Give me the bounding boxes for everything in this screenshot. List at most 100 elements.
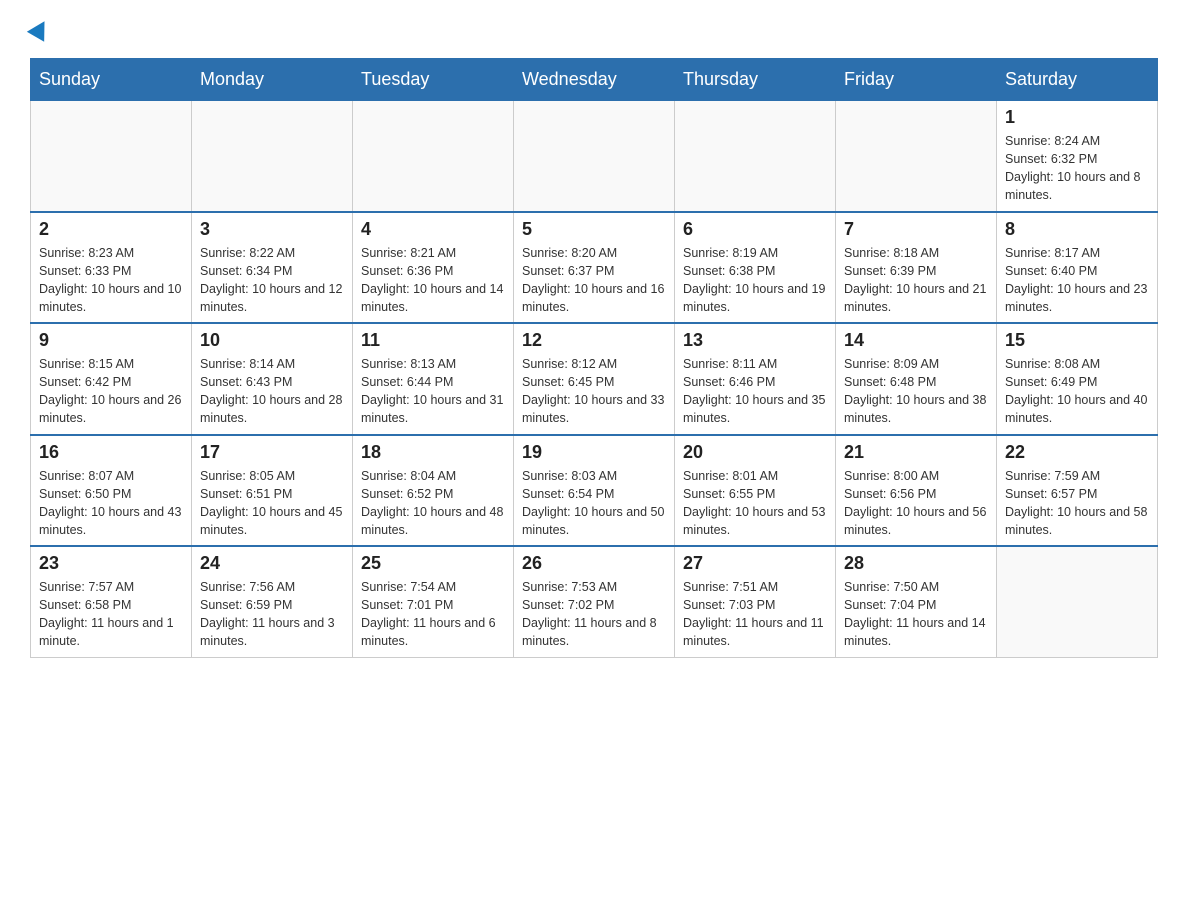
logo-blue-text: [30, 20, 53, 38]
calendar-week-row: 16 Sunrise: 8:07 AMSunset: 6:50 PMDayligh…: [31, 435, 1158, 547]
day-info: Sunrise: 8:11 AMSunset: 6:46 PMDaylight:…: [683, 355, 827, 428]
day-number: 13: [683, 330, 827, 351]
calendar-day-cell: 19 Sunrise: 8:03 AMSunset: 6:54 PMDayligh…: [514, 435, 675, 547]
day-number: 25: [361, 553, 505, 574]
day-number: 23: [39, 553, 183, 574]
day-info: Sunrise: 8:04 AMSunset: 6:52 PMDaylight:…: [361, 467, 505, 540]
day-number: 4: [361, 219, 505, 240]
calendar-day-header: Wednesday: [514, 59, 675, 101]
calendar-day-cell: 20 Sunrise: 8:01 AMSunset: 6:55 PMDayligh…: [675, 435, 836, 547]
calendar-day-cell: 12Sunrise: 8:12 AMSunset: 6:45 PMDayligh…: [514, 323, 675, 435]
day-info: Sunrise: 7:57 AMSunset: 6:58 PMDaylight:…: [39, 578, 183, 651]
calendar-day-cell: 1 Sunrise: 8:24 AMSunset: 6:32 PMDaylight…: [997, 101, 1158, 212]
day-info: Sunrise: 8:15 AMSunset: 6:42 PMDaylight:…: [39, 355, 183, 428]
day-info: Sunrise: 8:24 AMSunset: 6:32 PMDaylight:…: [1005, 132, 1149, 205]
calendar-day-cell: 8 Sunrise: 8:17 AMSunset: 6:40 PMDaylight…: [997, 212, 1158, 324]
calendar-week-row: 23 Sunrise: 7:57 AMSunset: 6:58 PMDayligh…: [31, 546, 1158, 657]
day-info: Sunrise: 8:05 AMSunset: 6:51 PMDaylight:…: [200, 467, 344, 540]
day-info: Sunrise: 8:17 AMSunset: 6:40 PMDaylight:…: [1005, 244, 1149, 317]
calendar-week-row: 1 Sunrise: 8:24 AMSunset: 6:32 PMDaylight…: [31, 101, 1158, 212]
calendar-day-cell: 3 Sunrise: 8:22 AMSunset: 6:34 PMDaylight…: [192, 212, 353, 324]
calendar-day-cell: 27 Sunrise: 7:51 AMSunset: 7:03 PMDayligh…: [675, 546, 836, 657]
calendar-day-cell: 7 Sunrise: 8:18 AMSunset: 6:39 PMDaylight…: [836, 212, 997, 324]
day-number: 6: [683, 219, 827, 240]
day-number: 21: [844, 442, 988, 463]
day-number: 11: [361, 330, 505, 351]
day-number: 19: [522, 442, 666, 463]
calendar-day-header: Friday: [836, 59, 997, 101]
day-info: Sunrise: 8:01 AMSunset: 6:55 PMDaylight:…: [683, 467, 827, 540]
calendar-day-cell: 9 Sunrise: 8:15 AMSunset: 6:42 PMDaylight…: [31, 323, 192, 435]
calendar-day-cell: 28 Sunrise: 7:50 AMSunset: 7:04 PMDayligh…: [836, 546, 997, 657]
calendar-day-cell: 18 Sunrise: 8:04 AMSunset: 6:52 PMDayligh…: [353, 435, 514, 547]
day-info: Sunrise: 8:03 AMSunset: 6:54 PMDaylight:…: [522, 467, 666, 540]
day-number: 18: [361, 442, 505, 463]
day-number: 1: [1005, 107, 1149, 128]
calendar-day-header: Tuesday: [353, 59, 514, 101]
day-number: 22: [1005, 442, 1149, 463]
calendar-day-cell: 5 Sunrise: 8:20 AMSunset: 6:37 PMDaylight…: [514, 212, 675, 324]
calendar-day-cell: [836, 101, 997, 212]
day-number: 27: [683, 553, 827, 574]
day-number: 12: [522, 330, 666, 351]
day-info: Sunrise: 8:08 AMSunset: 6:49 PMDaylight:…: [1005, 355, 1149, 428]
day-info: Sunrise: 8:07 AMSunset: 6:50 PMDaylight:…: [39, 467, 183, 540]
calendar-day-cell: 22 Sunrise: 7:59 AMSunset: 6:57 PMDayligh…: [997, 435, 1158, 547]
day-info: Sunrise: 8:18 AMSunset: 6:39 PMDaylight:…: [844, 244, 988, 317]
day-number: 16: [39, 442, 183, 463]
day-number: 28: [844, 553, 988, 574]
logo: [30, 20, 53, 38]
day-info: Sunrise: 7:50 AMSunset: 7:04 PMDaylight:…: [844, 578, 988, 651]
day-info: Sunrise: 8:00 AMSunset: 6:56 PMDaylight:…: [844, 467, 988, 540]
day-number: 15: [1005, 330, 1149, 351]
day-number: 20: [683, 442, 827, 463]
day-number: 14: [844, 330, 988, 351]
calendar-day-cell: 25 Sunrise: 7:54 AMSunset: 7:01 PMDayligh…: [353, 546, 514, 657]
calendar-day-cell: 10 Sunrise: 8:14 AMSunset: 6:43 PMDayligh…: [192, 323, 353, 435]
day-number: 9: [39, 330, 183, 351]
calendar-day-cell: 16 Sunrise: 8:07 AMSunset: 6:50 PMDayligh…: [31, 435, 192, 547]
calendar-day-cell: 6 Sunrise: 8:19 AMSunset: 6:38 PMDaylight…: [675, 212, 836, 324]
day-number: 8: [1005, 219, 1149, 240]
calendar-day-cell: 11Sunrise: 8:13 AMSunset: 6:44 PMDayligh…: [353, 323, 514, 435]
calendar-day-cell: [675, 101, 836, 212]
day-number: 10: [200, 330, 344, 351]
calendar-day-cell: [514, 101, 675, 212]
day-number: 3: [200, 219, 344, 240]
calendar-day-cell: 15 Sunrise: 8:08 AMSunset: 6:49 PMDayligh…: [997, 323, 1158, 435]
calendar-day-cell: 13 Sunrise: 8:11 AMSunset: 6:46 PMDayligh…: [675, 323, 836, 435]
calendar-day-header: Monday: [192, 59, 353, 101]
day-info: Sunrise: 7:54 AMSunset: 7:01 PMDaylight:…: [361, 578, 505, 651]
day-info: Sunrise: 7:53 AMSunset: 7:02 PMDaylight:…: [522, 578, 666, 651]
day-info: Sunrise: 7:59 AMSunset: 6:57 PMDaylight:…: [1005, 467, 1149, 540]
calendar-week-row: 9 Sunrise: 8:15 AMSunset: 6:42 PMDaylight…: [31, 323, 1158, 435]
calendar-day-cell: 17 Sunrise: 8:05 AMSunset: 6:51 PMDayligh…: [192, 435, 353, 547]
calendar-day-cell: [31, 101, 192, 212]
calendar-day-cell: 4 Sunrise: 8:21 AMSunset: 6:36 PMDaylight…: [353, 212, 514, 324]
calendar-day-header: Thursday: [675, 59, 836, 101]
calendar-day-cell: [353, 101, 514, 212]
calendar-day-cell: 26 Sunrise: 7:53 AMSunset: 7:02 PMDayligh…: [514, 546, 675, 657]
calendar-day-header: Sunday: [31, 59, 192, 101]
day-info: Sunrise: 8:19 AMSunset: 6:38 PMDaylight:…: [683, 244, 827, 317]
calendar-week-row: 2 Sunrise: 8:23 AMSunset: 6:33 PMDaylight…: [31, 212, 1158, 324]
calendar-table: SundayMondayTuesdayWednesdayThursdayFrid…: [30, 58, 1158, 658]
day-info: Sunrise: 7:51 AMSunset: 7:03 PMDaylight:…: [683, 578, 827, 651]
day-number: 26: [522, 553, 666, 574]
calendar-day-cell: [997, 546, 1158, 657]
day-number: 7: [844, 219, 988, 240]
day-info: Sunrise: 8:14 AMSunset: 6:43 PMDaylight:…: [200, 355, 344, 428]
calendar-day-header: Saturday: [997, 59, 1158, 101]
day-number: 17: [200, 442, 344, 463]
day-number: 5: [522, 219, 666, 240]
day-info: Sunrise: 8:21 AMSunset: 6:36 PMDaylight:…: [361, 244, 505, 317]
day-number: 2: [39, 219, 183, 240]
calendar-day-cell: 23 Sunrise: 7:57 AMSunset: 6:58 PMDayligh…: [31, 546, 192, 657]
calendar-day-cell: [192, 101, 353, 212]
calendar-day-cell: 21 Sunrise: 8:00 AMSunset: 6:56 PMDayligh…: [836, 435, 997, 547]
day-info: Sunrise: 8:09 AMSunset: 6:48 PMDaylight:…: [844, 355, 988, 428]
day-info: Sunrise: 8:22 AMSunset: 6:34 PMDaylight:…: [200, 244, 344, 317]
day-info: Sunrise: 8:20 AMSunset: 6:37 PMDaylight:…: [522, 244, 666, 317]
day-info: Sunrise: 8:23 AMSunset: 6:33 PMDaylight:…: [39, 244, 183, 317]
calendar-header-row: SundayMondayTuesdayWednesdayThursdayFrid…: [31, 59, 1158, 101]
